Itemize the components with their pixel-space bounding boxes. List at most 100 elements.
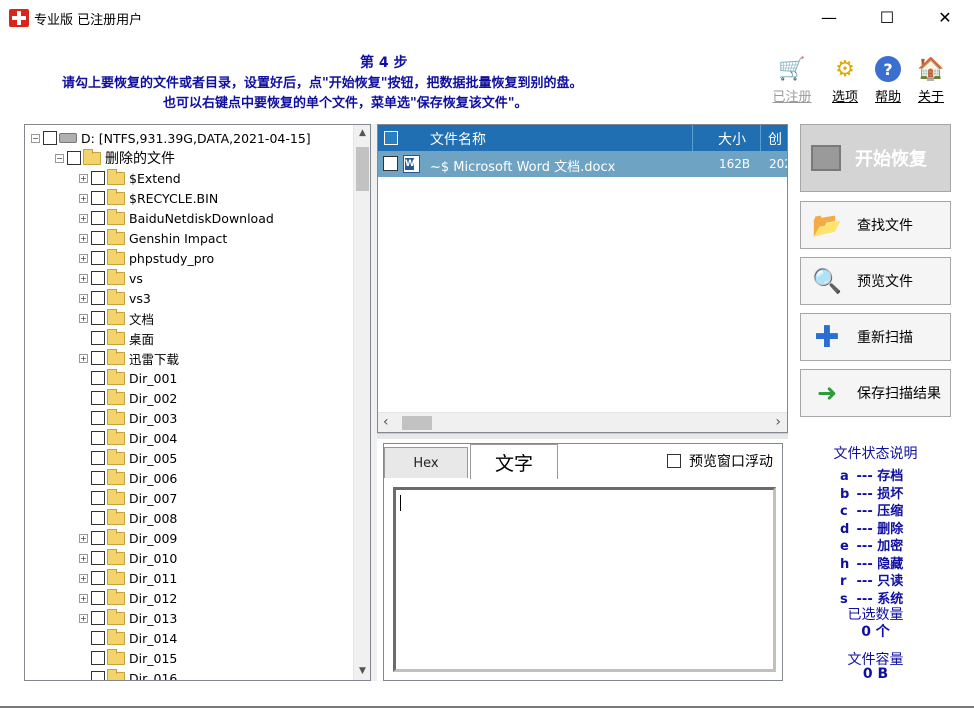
expand-icon[interactable]: + bbox=[79, 613, 88, 623]
tree-item[interactable]: + $RECYCLE.BIN bbox=[79, 188, 218, 208]
checkbox[interactable] bbox=[667, 454, 681, 468]
checkbox[interactable] bbox=[91, 171, 105, 185]
checkbox[interactable] bbox=[91, 311, 105, 325]
tree-item[interactable]: + 文档 bbox=[79, 308, 154, 328]
checkbox[interactable] bbox=[91, 651, 105, 665]
tree-item[interactable]: Dir_005 bbox=[79, 448, 177, 468]
checkbox[interactable] bbox=[91, 671, 105, 680]
maximize-button[interactable]: ☐ bbox=[858, 0, 916, 34]
checkbox[interactable] bbox=[91, 371, 105, 385]
checkbox[interactable] bbox=[91, 211, 105, 225]
scroll-thumb[interactable] bbox=[402, 416, 432, 430]
tree-root[interactable]: − D: [NTFS,931.39G,DATA,2021-04-15] bbox=[31, 128, 311, 148]
tab-text[interactable]: 文字 bbox=[470, 444, 558, 479]
tree-item[interactable]: Dir_006 bbox=[79, 468, 177, 488]
checkbox[interactable] bbox=[91, 351, 105, 365]
expand-icon[interactable]: + bbox=[79, 553, 88, 563]
column-size[interactable]: 大小 bbox=[718, 129, 746, 149]
file-list-hscrollbar[interactable]: ‹ › bbox=[378, 412, 787, 432]
checkbox[interactable] bbox=[383, 156, 398, 171]
tree-deleted-files[interactable]: − 删除的文件 bbox=[55, 148, 175, 168]
tree-item[interactable]: Dir_008 bbox=[79, 508, 177, 528]
expand-icon[interactable]: + bbox=[79, 353, 88, 363]
checkbox[interactable] bbox=[91, 491, 105, 505]
tree-scrollbar[interactable]: ▲ ▼ bbox=[353, 125, 370, 680]
collapse-icon[interactable]: − bbox=[55, 153, 64, 163]
expand-icon[interactable]: + bbox=[79, 533, 88, 543]
float-preview-option[interactable]: 预览窗口浮动 bbox=[667, 451, 773, 471]
column-name[interactable]: 文件名称 bbox=[430, 129, 486, 149]
checkbox[interactable] bbox=[67, 151, 81, 165]
tree-item[interactable]: Dir_004 bbox=[79, 428, 177, 448]
tree-item[interactable]: Dir_015 bbox=[79, 648, 177, 668]
file-list[interactable]: 文件名称 大小 创建 W ~$ Microsoft Word 文档.docx 1… bbox=[377, 124, 788, 433]
tree-item[interactable]: + 迅雷下载 bbox=[79, 348, 179, 368]
tree-item[interactable]: + vs3 bbox=[79, 288, 151, 308]
registered-button[interactable]: 🛒 已注册 bbox=[770, 55, 814, 106]
checkbox[interactable] bbox=[91, 231, 105, 245]
tree-item[interactable]: Dir_007 bbox=[79, 488, 177, 508]
checkbox[interactable] bbox=[91, 511, 105, 525]
checkbox[interactable] bbox=[91, 571, 105, 585]
tree-item[interactable]: + Genshin Impact bbox=[79, 228, 227, 248]
tree-item[interactable]: + Dir_009 bbox=[79, 528, 177, 548]
expand-icon[interactable]: + bbox=[79, 233, 88, 243]
checkbox[interactable] bbox=[91, 451, 105, 465]
tree-item[interactable]: + Dir_010 bbox=[79, 548, 177, 568]
tab-hex[interactable]: Hex bbox=[384, 447, 468, 478]
tree-item[interactable]: + $Extend bbox=[79, 168, 181, 188]
tree-item[interactable]: Dir_001 bbox=[79, 368, 177, 388]
about-button[interactable]: 🏠 关于 bbox=[909, 55, 953, 106]
expand-icon[interactable]: + bbox=[79, 313, 88, 323]
tree-item[interactable]: + Dir_012 bbox=[79, 588, 177, 608]
expand-icon[interactable]: + bbox=[79, 253, 88, 263]
tree-item[interactable]: Dir_014 bbox=[79, 628, 177, 648]
splitter-h[interactable] bbox=[377, 433, 788, 439]
checkbox[interactable] bbox=[91, 631, 105, 645]
checkbox[interactable] bbox=[91, 471, 105, 485]
expand-icon[interactable]: + bbox=[79, 173, 88, 183]
checkbox[interactable] bbox=[91, 331, 105, 345]
checkbox[interactable] bbox=[91, 291, 105, 305]
checkbox[interactable] bbox=[91, 591, 105, 605]
preview-text-area[interactable] bbox=[393, 487, 776, 672]
checkbox[interactable] bbox=[91, 271, 105, 285]
scroll-thumb[interactable] bbox=[356, 147, 369, 191]
directory-tree[interactable]: − D: [NTFS,931.39G,DATA,2021-04-15] − 删除… bbox=[24, 124, 371, 681]
find-files-button[interactable]: 📂 查找文件 bbox=[800, 201, 951, 249]
tree-item[interactable]: 桌面 bbox=[79, 328, 154, 348]
expand-icon[interactable]: + bbox=[79, 293, 88, 303]
checkbox[interactable] bbox=[91, 531, 105, 545]
minimize-button[interactable]: — bbox=[800, 0, 858, 34]
scroll-left-icon[interactable]: ‹ bbox=[383, 414, 389, 430]
scroll-down-icon[interactable]: ▼ bbox=[354, 663, 370, 680]
expand-icon[interactable]: + bbox=[79, 273, 88, 283]
checkbox[interactable] bbox=[91, 391, 105, 405]
file-row[interactable]: W ~$ Microsoft Word 文档.docx 162B 202 bbox=[378, 151, 787, 177]
expand-icon[interactable]: + bbox=[79, 213, 88, 223]
help-button[interactable]: ? 帮助 bbox=[866, 55, 910, 105]
preview-files-button[interactable]: 🔍 预览文件 bbox=[800, 257, 951, 305]
tree-item[interactable]: + BaiduNetdiskDownload bbox=[79, 208, 274, 228]
scroll-right-icon[interactable]: › bbox=[775, 414, 781, 430]
tree-item[interactable]: + Dir_013 bbox=[79, 608, 177, 628]
tree-item[interactable]: Dir_003 bbox=[79, 408, 177, 428]
checkbox[interactable] bbox=[43, 131, 57, 145]
start-recover-button[interactable]: 开始恢复 bbox=[800, 124, 951, 192]
close-button[interactable]: ✕ bbox=[916, 0, 974, 34]
checkbox[interactable] bbox=[91, 411, 105, 425]
tree-item[interactable]: + Dir_011 bbox=[79, 568, 177, 588]
tree-item[interactable]: + phpstudy_pro bbox=[79, 248, 214, 268]
checkbox[interactable] bbox=[91, 251, 105, 265]
save-scan-button[interactable]: ➜ 保存扫描结果 bbox=[800, 369, 951, 417]
tree-item[interactable]: + vs bbox=[79, 268, 143, 288]
options-button[interactable]: ⚙ 选项 bbox=[823, 55, 867, 106]
tree-item[interactable]: Dir_016 bbox=[79, 668, 177, 680]
checkbox[interactable] bbox=[91, 611, 105, 625]
expand-icon[interactable]: + bbox=[79, 193, 88, 203]
select-all-icon[interactable] bbox=[384, 131, 398, 145]
collapse-icon[interactable]: − bbox=[31, 133, 40, 143]
scroll-up-icon[interactable]: ▲ bbox=[354, 125, 370, 142]
rescan-button[interactable]: ✚ 重新扫描 bbox=[800, 313, 951, 361]
checkbox[interactable] bbox=[91, 431, 105, 445]
